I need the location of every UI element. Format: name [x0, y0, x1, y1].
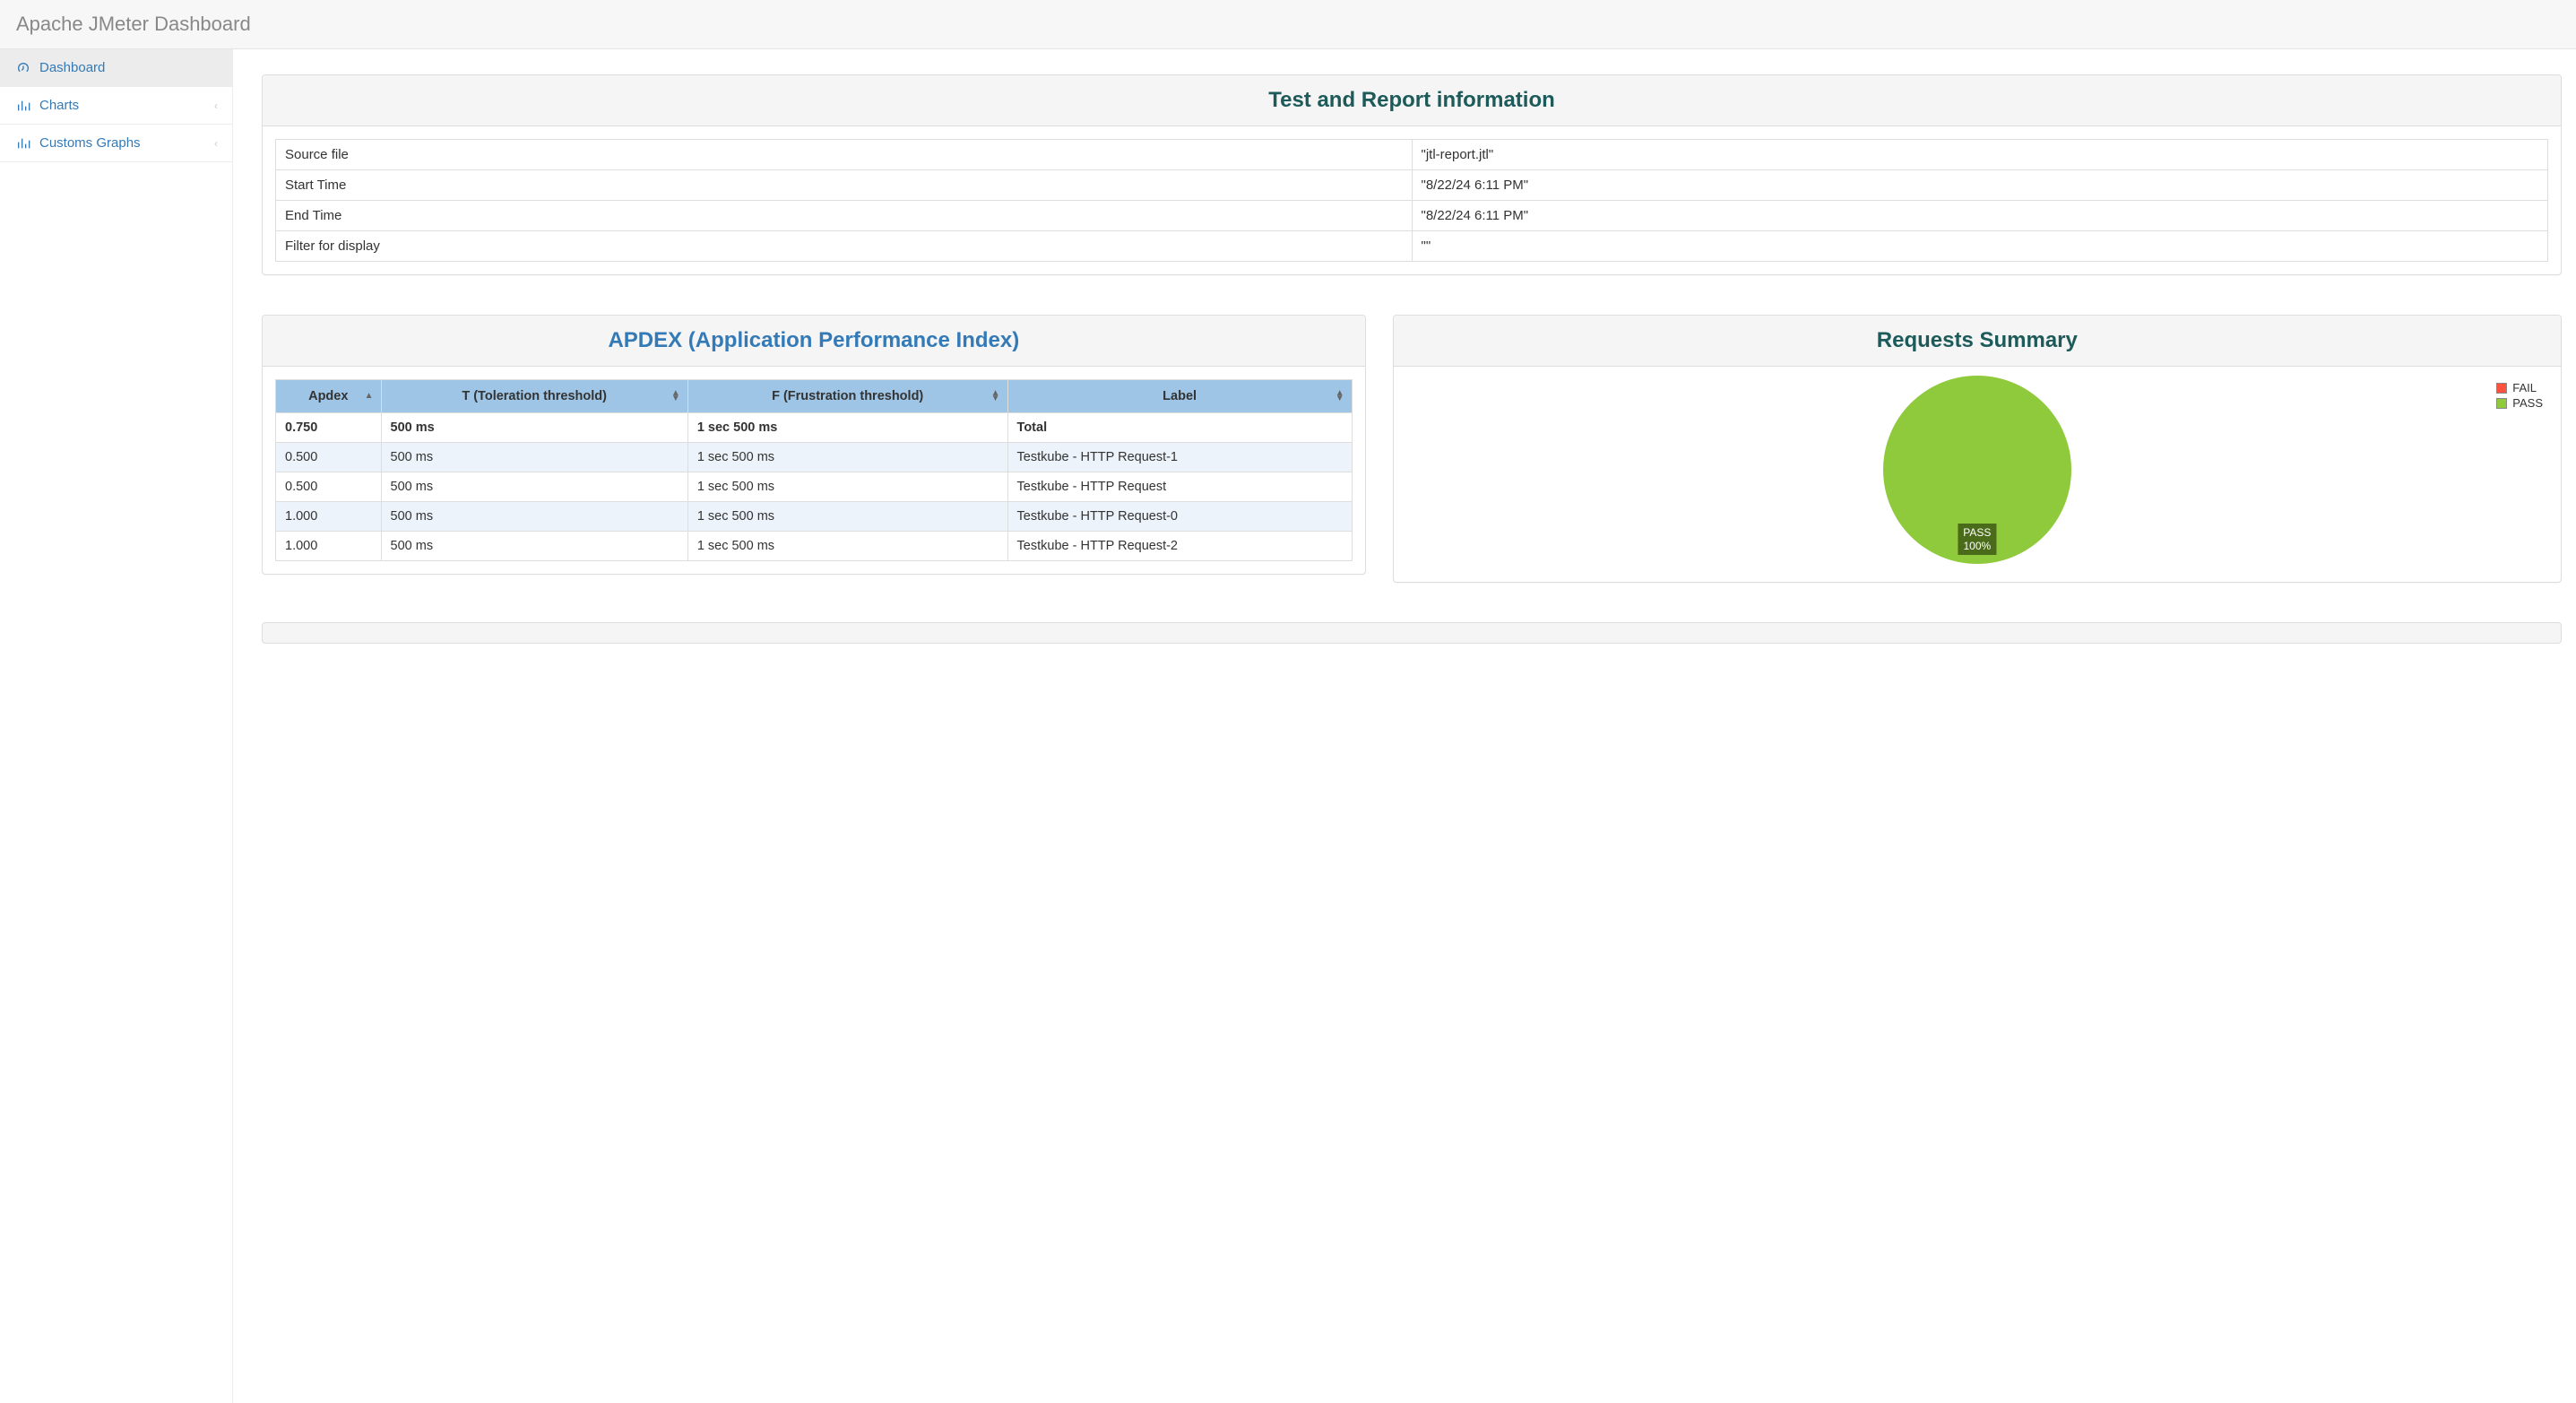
- table-row: 0.500500 ms1 sec 500 msTestkube - HTTP R…: [276, 443, 1353, 472]
- table-row: Source file"jtl-report.jtl": [276, 140, 2548, 170]
- sidebar-item-charts[interactable]: Charts ‹: [0, 87, 232, 125]
- info-key: End Time: [276, 201, 1413, 231]
- info-value: "": [1412, 231, 2548, 262]
- cell-apdex: 1.000: [276, 502, 382, 532]
- bar-chart-icon: [16, 136, 30, 151]
- pie-label-pct: 100%: [1963, 540, 1991, 552]
- sort-icon: ▲: [365, 394, 374, 399]
- legend-label: FAIL: [2512, 381, 2537, 394]
- panel-placeholder: [262, 622, 2562, 644]
- pie-chart[interactable]: PASS 100%: [1883, 376, 2071, 564]
- bar-chart-icon: [16, 99, 30, 113]
- column-header[interactable]: Apdex ▲: [276, 380, 382, 413]
- cell-frustration: 1 sec 500 ms: [687, 413, 1007, 443]
- cell-apdex: 0.750: [276, 413, 382, 443]
- panel-body-test-info: Source file"jtl-report.jtl"Start Time"8/…: [263, 126, 2561, 274]
- info-key: Filter for display: [276, 231, 1413, 262]
- legend-label: PASS: [2512, 396, 2543, 410]
- table-row: Start Time"8/22/24 6:11 PM": [276, 170, 2548, 201]
- cell-frustration: 1 sec 500 ms: [687, 532, 1007, 561]
- legend-swatch: [2496, 398, 2507, 409]
- panel-header-test-info: Test and Report information: [263, 75, 2561, 126]
- sidebar-item-label: Dashboard: [39, 60, 105, 75]
- cell-label: Testkube - HTTP Request-1: [1007, 443, 1352, 472]
- column-header[interactable]: T (Toleration threshold) ▲▼: [381, 380, 687, 413]
- table-test-info: Source file"jtl-report.jtl"Start Time"8/…: [275, 139, 2548, 262]
- panel-title-requests-summary: Requests Summary: [1412, 328, 2543, 353]
- table-row: Filter for display"": [276, 231, 2548, 262]
- chevron-left-icon: ‹: [214, 137, 218, 150]
- cell-frustration: 1 sec 500 ms: [687, 472, 1007, 502]
- info-value: "8/22/24 6:11 PM": [1412, 201, 2548, 231]
- sidebar-item-dashboard[interactable]: Dashboard: [0, 49, 232, 87]
- info-key: Source file: [276, 140, 1413, 170]
- cell-apdex: 1.000: [276, 532, 382, 561]
- sidebar-item-customs-graphs[interactable]: Customs Graphs ‹: [0, 125, 232, 162]
- table-row: End Time"8/22/24 6:11 PM": [276, 201, 2548, 231]
- table-row: 1.000500 ms1 sec 500 msTestkube - HTTP R…: [276, 532, 1353, 561]
- table-apdex: Apdex▲T (Toleration threshold)▲▼F (Frust…: [275, 379, 1353, 561]
- panel-requests-summary: Requests Summary FAIL PASS PASS 100%: [1393, 315, 2562, 583]
- column-header[interactable]: F (Frustration threshold) ▲▼: [687, 380, 1007, 413]
- panel-title-apdex: APDEX (Application Performance Index): [281, 328, 1347, 353]
- panel-title-test-info: Test and Report information: [281, 88, 2543, 113]
- pie-legend: FAIL PASS: [2496, 381, 2543, 411]
- info-value: "8/22/24 6:11 PM": [1412, 170, 2548, 201]
- legend-swatch: [2496, 383, 2507, 394]
- column-label: Label: [1163, 389, 1197, 403]
- cell-toleration: 500 ms: [381, 443, 687, 472]
- table-row: 0.750500 ms1 sec 500 msTotal: [276, 413, 1353, 443]
- panel-header-requests-summary: Requests Summary: [1394, 316, 2561, 367]
- pie-slice-label: PASS 100%: [1958, 524, 1996, 555]
- cell-toleration: 500 ms: [381, 502, 687, 532]
- cell-apdex: 0.500: [276, 443, 382, 472]
- chevron-left-icon: ‹: [214, 100, 218, 112]
- panel-apdex: APDEX (Application Performance Index) Ap…: [262, 315, 1366, 575]
- panel-body-apdex: Apdex▲T (Toleration threshold)▲▼F (Frust…: [263, 367, 1365, 574]
- column-header[interactable]: Label ▲▼: [1007, 380, 1352, 413]
- column-label: Apdex: [308, 389, 348, 403]
- cell-label: Testkube - HTTP Request-2: [1007, 532, 1352, 561]
- info-key: Start Time: [276, 170, 1413, 201]
- cell-label: Testkube - HTTP Request-0: [1007, 502, 1352, 532]
- sidebar: Dashboard Charts ‹ Customs Graphs ‹: [0, 49, 233, 1403]
- cell-frustration: 1 sec 500 ms: [687, 443, 1007, 472]
- column-label: F (Frustration threshold): [772, 389, 923, 403]
- cell-label: Testkube - HTTP Request: [1007, 472, 1352, 502]
- legend-item[interactable]: FAIL: [2496, 381, 2543, 394]
- main-content: Test and Report information Source file"…: [233, 49, 2576, 1403]
- sort-icon: ▲▼: [991, 391, 1000, 402]
- pie-chart-area: FAIL PASS PASS 100%: [1394, 367, 2561, 582]
- legend-item[interactable]: PASS: [2496, 396, 2543, 410]
- sort-icon: ▲▼: [1336, 391, 1344, 402]
- app-title: Apache JMeter Dashboard: [16, 13, 2560, 36]
- cell-toleration: 500 ms: [381, 413, 687, 443]
- sort-icon: ▲▼: [671, 391, 680, 402]
- column-label: T (Toleration threshold): [462, 389, 607, 403]
- app-header: Apache JMeter Dashboard: [0, 0, 2576, 49]
- cell-frustration: 1 sec 500 ms: [687, 502, 1007, 532]
- info-value: "jtl-report.jtl": [1412, 140, 2548, 170]
- cell-apdex: 0.500: [276, 472, 382, 502]
- table-row: 1.000500 ms1 sec 500 msTestkube - HTTP R…: [276, 502, 1353, 532]
- pie-label-name: PASS: [1963, 526, 1991, 539]
- cell-toleration: 500 ms: [381, 532, 687, 561]
- sidebar-item-label: Charts: [39, 98, 79, 113]
- panel-header-apdex[interactable]: APDEX (Application Performance Index): [263, 316, 1365, 367]
- table-row: 0.500500 ms1 sec 500 msTestkube - HTTP R…: [276, 472, 1353, 502]
- sidebar-item-label: Customs Graphs: [39, 135, 141, 151]
- cell-label: Total: [1007, 413, 1352, 443]
- tachometer-icon: [16, 61, 30, 75]
- cell-toleration: 500 ms: [381, 472, 687, 502]
- panel-test-info: Test and Report information Source file"…: [262, 74, 2562, 275]
